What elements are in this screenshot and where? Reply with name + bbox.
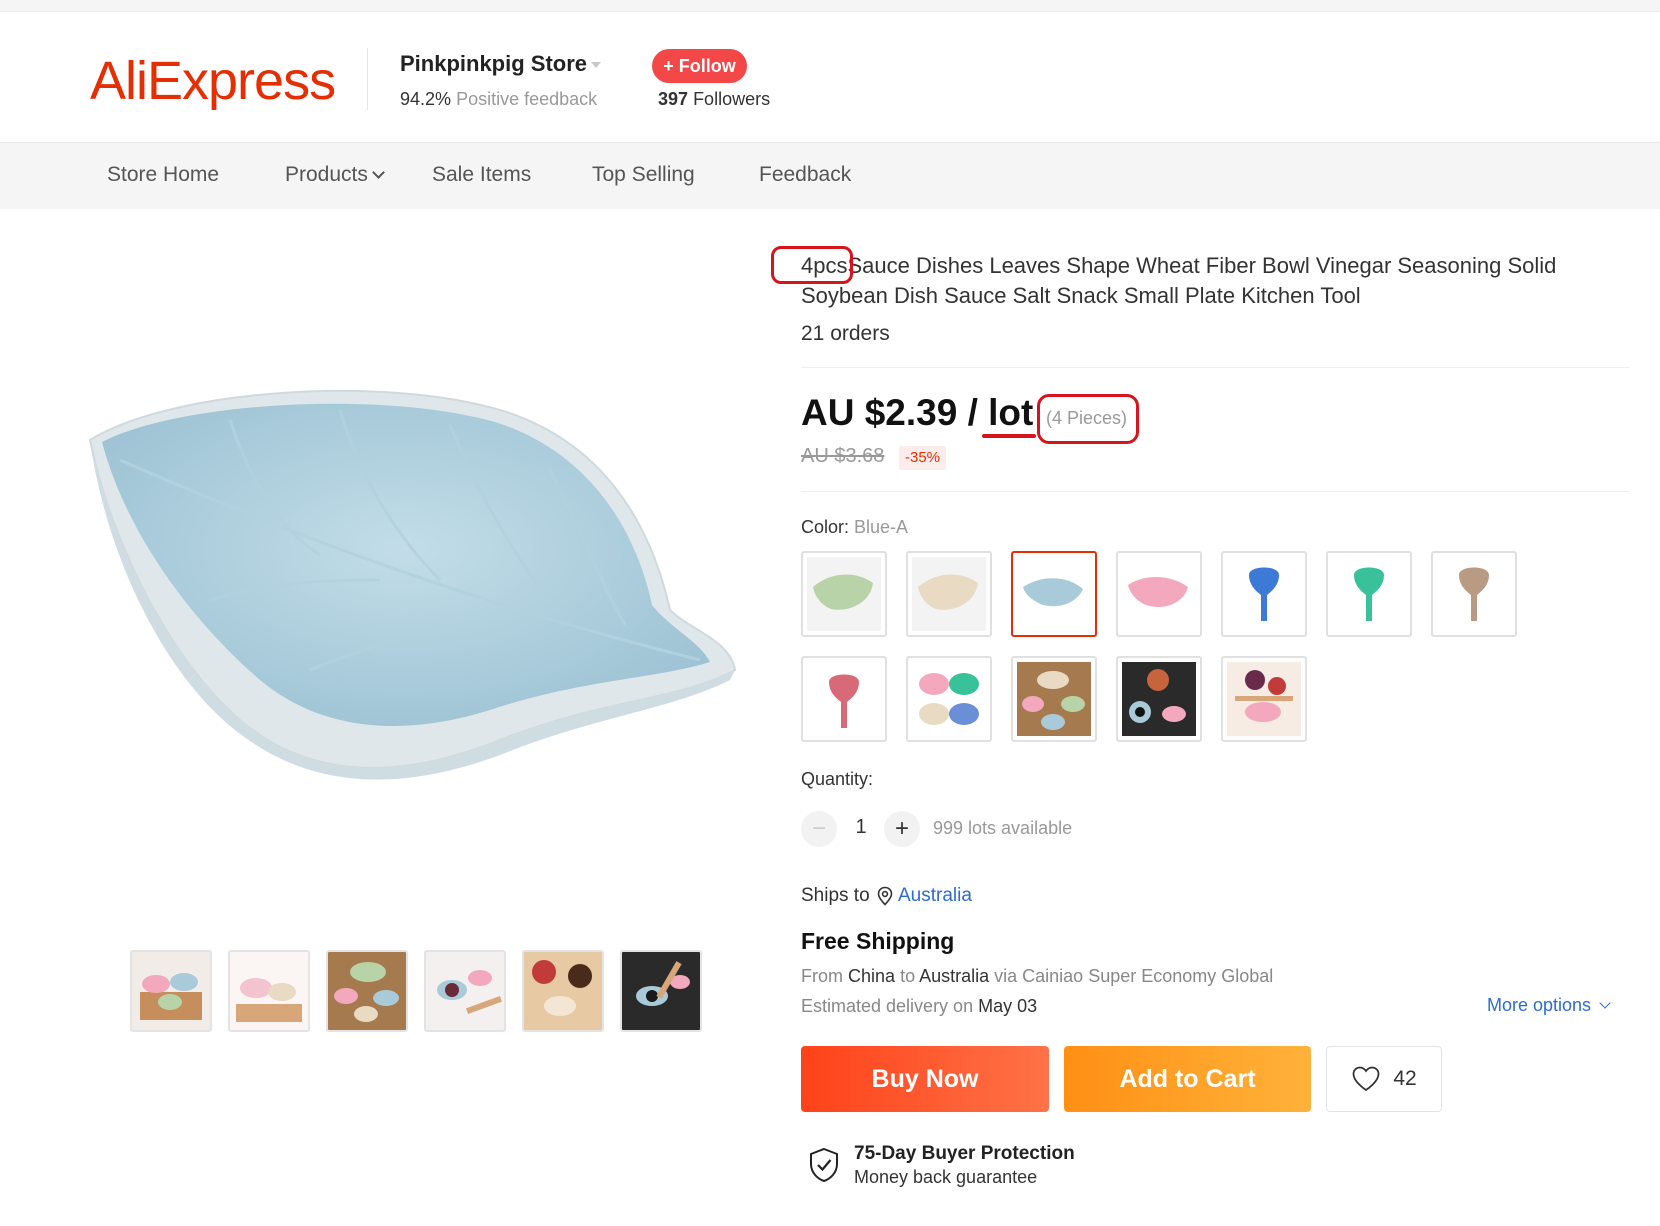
buy-now-button[interactable]: Buy Now bbox=[801, 1046, 1049, 1112]
thumbnail[interactable] bbox=[130, 950, 212, 1032]
color-value: Blue-A bbox=[854, 517, 909, 537]
quantity-label: Quantity: bbox=[801, 769, 874, 789]
shipping-route: From China to Australia via Cainiao Supe… bbox=[801, 966, 1273, 987]
followers-label: Followers bbox=[693, 89, 771, 109]
location-pin-icon bbox=[877, 886, 893, 906]
ship-from-text: From bbox=[801, 966, 843, 986]
ship-origin: China bbox=[848, 966, 896, 986]
nav-sale-items[interactable]: Sale Items bbox=[432, 163, 531, 187]
store-header: AliExpress Pinkpinkpig Store 94.2% Posit… bbox=[0, 12, 1660, 143]
store-name[interactable]: Pinkpinkpig Store bbox=[400, 51, 587, 77]
header-divider bbox=[367, 48, 368, 110]
main-product-image[interactable] bbox=[80, 380, 740, 820]
nav-feedback[interactable]: Feedback bbox=[759, 163, 851, 187]
title-text: Sauce Dishes Leaves Shape Wheat Fiber Bo… bbox=[801, 253, 1557, 308]
annotation-circle bbox=[771, 246, 853, 284]
top-strip bbox=[0, 0, 1660, 12]
quantity-value[interactable]: 1 bbox=[849, 816, 873, 839]
free-shipping-title: Free Shipping bbox=[801, 928, 955, 954]
delivery-label: Estimated delivery on bbox=[801, 996, 974, 1016]
more-options-label: More options bbox=[1487, 995, 1592, 1015]
wishlist-count: 42 bbox=[1393, 1067, 1417, 1090]
nav-products-label: Products bbox=[285, 163, 368, 186]
nav-products[interactable]: Products bbox=[285, 163, 385, 187]
chevron-down-icon bbox=[372, 166, 385, 179]
delivery-date: May 03 bbox=[978, 996, 1038, 1016]
color-swatch-blue-spoon[interactable] bbox=[1221, 551, 1307, 637]
followers-count: 397 Followers bbox=[658, 89, 770, 110]
follow-button[interactable]: + Follow bbox=[652, 49, 747, 83]
thumbnail[interactable] bbox=[424, 950, 506, 1032]
thumbnail[interactable] bbox=[326, 950, 408, 1032]
color-swatch-four-bowls[interactable] bbox=[906, 656, 992, 742]
quantity-available: 999 lots available bbox=[933, 818, 1073, 838]
heart-icon bbox=[1352, 1066, 1380, 1092]
more-options-link[interactable]: More options bbox=[1487, 995, 1611, 1016]
orders-count: 21 orders bbox=[801, 322, 890, 345]
thumbnail[interactable] bbox=[228, 950, 310, 1032]
thumbnail[interactable] bbox=[620, 950, 702, 1032]
ships-to-country-link[interactable]: Australia bbox=[898, 885, 972, 907]
price: AU $2.39 / lot bbox=[801, 392, 1034, 433]
color-swatch-set-photo-2[interactable] bbox=[1116, 656, 1202, 742]
caret-down-icon[interactable] bbox=[591, 62, 601, 68]
buyer-protection-subtitle: Money back guarantee bbox=[854, 1167, 1038, 1187]
wishlist-button[interactable]: 42 bbox=[1326, 1046, 1442, 1112]
ships-to-label: Ships to bbox=[801, 885, 870, 906]
feedback-label: Positive feedback bbox=[456, 89, 598, 109]
ship-destination: Australia bbox=[919, 966, 990, 986]
color-swatch-beige-leaf[interactable] bbox=[906, 551, 992, 637]
ship-to-text: to bbox=[900, 966, 916, 986]
buyer-protection-title: 75-Day Buyer Protection bbox=[854, 1143, 1075, 1164]
quantity-increment-button[interactable]: + bbox=[884, 811, 920, 847]
nav-top-selling[interactable]: Top Selling bbox=[592, 163, 695, 187]
annotation-underline bbox=[982, 434, 1036, 438]
aliexpress-logo[interactable]: AliExpress bbox=[90, 50, 336, 112]
color-swatch-blue-leaf[interactable] bbox=[1011, 551, 1097, 637]
discount-badge: -35% bbox=[899, 446, 947, 470]
color-swatch-green-spoon[interactable] bbox=[1326, 551, 1412, 637]
store-feedback: 94.2% Positive feedback bbox=[400, 89, 597, 110]
feedback-percent: 94.2% bbox=[400, 89, 452, 109]
quantity-decrement-button[interactable]: − bbox=[801, 811, 837, 847]
thumbnail[interactable] bbox=[522, 950, 604, 1032]
followers-number: 397 bbox=[658, 89, 689, 109]
divider bbox=[801, 491, 1630, 492]
color-swatch-khaki-spoon[interactable] bbox=[1431, 551, 1517, 637]
color-swatch-green-leaf[interactable] bbox=[801, 551, 887, 637]
color-swatch-set-photo-1[interactable] bbox=[1011, 656, 1097, 742]
color-swatch-red-spoon[interactable] bbox=[801, 656, 887, 742]
color-swatch-set-photo-3[interactable] bbox=[1221, 656, 1307, 742]
color-label-text: Color: bbox=[801, 517, 850, 537]
color-label: Color: Blue-A bbox=[801, 517, 908, 538]
shield-check-icon bbox=[810, 1147, 838, 1183]
nav-store-home[interactable]: Store Home bbox=[107, 163, 219, 187]
chevron-down-icon bbox=[1599, 997, 1611, 1009]
ship-via: via Cainiao Super Economy Global bbox=[994, 966, 1274, 986]
original-price: AU $3.68 bbox=[801, 445, 885, 467]
add-to-cart-button[interactable]: Add to Cart bbox=[1064, 1046, 1311, 1112]
divider bbox=[801, 367, 1630, 368]
color-swatch-pink-leaf[interactable] bbox=[1116, 551, 1202, 637]
annotation-circle bbox=[1037, 394, 1139, 444]
store-nav: Store Home Products Sale Items Top Selli… bbox=[0, 143, 1660, 209]
product-title: 4pcsSauce Dishes Leaves Shape Wheat Fibe… bbox=[801, 251, 1641, 311]
estimated-delivery: Estimated delivery on May 03 bbox=[801, 996, 1037, 1017]
